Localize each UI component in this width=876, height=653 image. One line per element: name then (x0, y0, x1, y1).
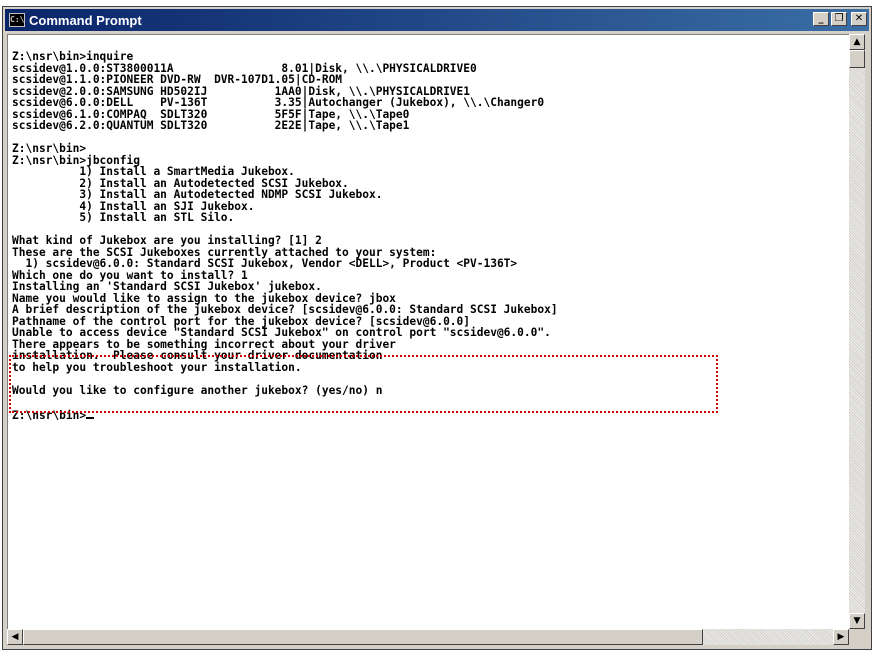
close-button[interactable]: ✕ (851, 12, 867, 26)
minimize-button[interactable]: _ (813, 12, 829, 26)
scroll-left-button[interactable]: ◀ (7, 629, 23, 645)
console-line: 5) Install an STL Silo. (12, 211, 235, 224)
console-line: scsidev@6.2.0:QUANTUM SDLT320 2E2E|Tape,… (12, 119, 410, 132)
title-bar[interactable]: C:\ Command Prompt _ ❐ ✕ (5, 9, 869, 31)
scroll-up-button[interactable]: ▲ (849, 34, 865, 50)
window-controls: _ ❐ ✕ (813, 12, 867, 26)
vertical-scroll-thumb[interactable] (849, 50, 865, 68)
command-prompt-window: C:\ Command Prompt _ ❐ ✕ Z:\nsr\bin>inqu… (2, 6, 872, 650)
horizontal-scroll-thumb[interactable] (23, 629, 703, 645)
vertical-scrollbar[interactable]: ▲ ▼ (849, 34, 865, 629)
error-highlight-box (9, 355, 718, 413)
console-output-area[interactable]: Z:\nsr\bin>inquire scsidev@1.0.0:ST38000… (7, 34, 849, 629)
console-icon[interactable]: C:\ (9, 13, 25, 27)
maximize-button[interactable]: ❐ (831, 12, 847, 26)
window-title: Command Prompt (29, 12, 142, 28)
scrollbar-corner (849, 629, 865, 645)
scroll-down-button[interactable]: ▼ (849, 613, 865, 629)
scroll-right-button[interactable]: ▶ (833, 629, 849, 645)
horizontal-scrollbar[interactable]: ◀ ▶ (7, 629, 849, 645)
